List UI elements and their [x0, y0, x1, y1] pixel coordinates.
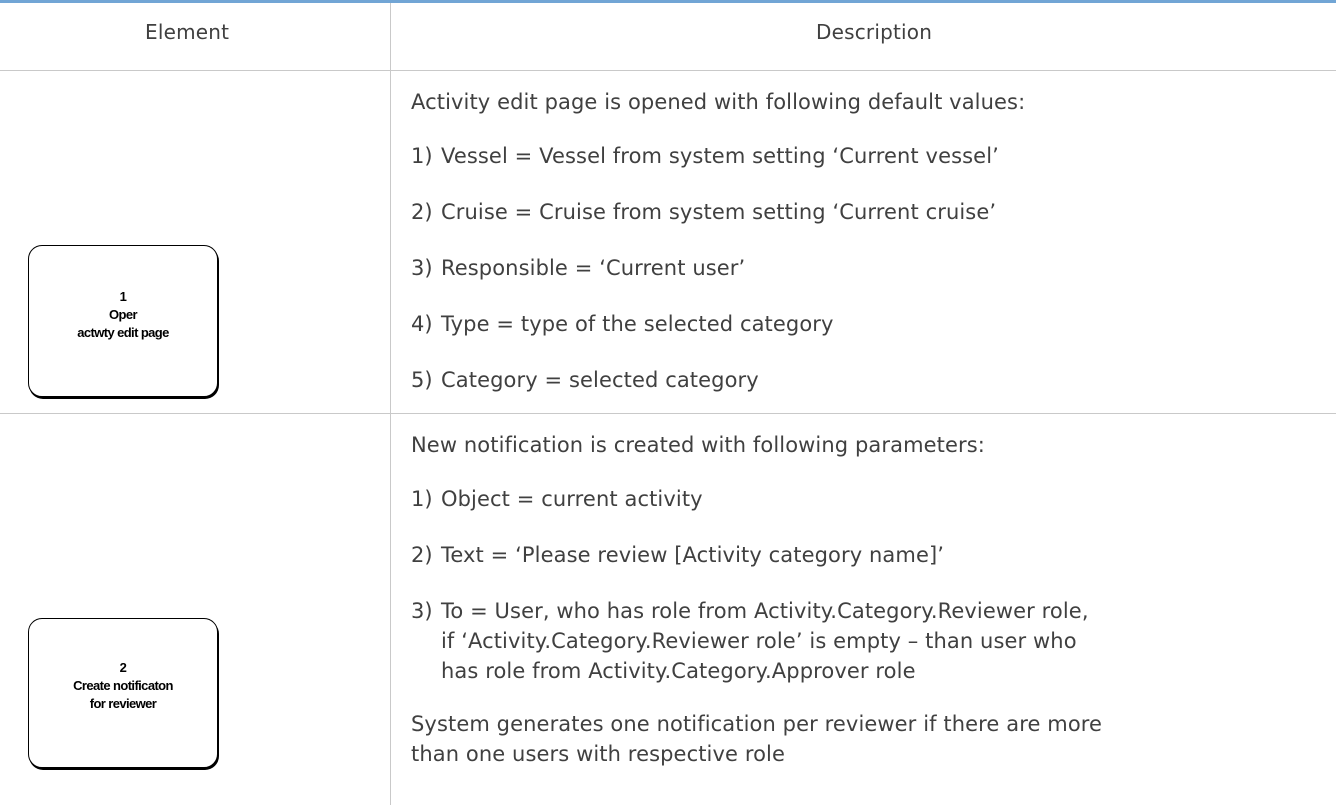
item-text: has role from Activity.Category.Approver…: [441, 659, 916, 683]
specification-table: Element Description 1 Oper actwty edit p…: [0, 0, 1336, 805]
row-intro: Activity edit page is opened with follow…: [411, 90, 1026, 114]
table-header: Element Description: [0, 3, 1336, 70]
item-number: 3): [411, 599, 433, 623]
item-number: 2): [411, 200, 433, 224]
step-label: Oper: [109, 307, 138, 322]
item-text: To = User, who has role from Activity.Ca…: [441, 599, 1089, 623]
item-number: 1): [411, 144, 433, 168]
header-description: Description: [816, 20, 933, 44]
step-number: 2: [119, 660, 127, 675]
item-text: Text = ‘Please review [Activity category…: [441, 543, 945, 567]
item-number: 2): [411, 543, 433, 567]
step-label: actwty edit page: [77, 325, 169, 340]
item-text: Vessel = Vessel from system setting ‘Cur…: [441, 144, 999, 168]
row-divider: [0, 413, 1336, 414]
header-element: Element: [145, 20, 230, 44]
item-text: if ‘Activity.Category.Reviewer role’ is …: [441, 629, 1077, 653]
item-number: 3): [411, 256, 433, 280]
item-text: Category = selected category: [441, 368, 759, 392]
item-text: Cruise = Cruise from system setting ‘Cur…: [441, 200, 997, 224]
item-number: 1): [411, 487, 433, 511]
item-text: Type = type of the selected category: [441, 312, 834, 336]
item-text: Responsible = ‘Current user’: [441, 256, 746, 280]
step-label: Create notificaton: [73, 678, 173, 693]
column-divider: [390, 3, 391, 805]
row-intro: New notification is created with followi…: [411, 433, 985, 457]
row-divider: [0, 70, 1336, 71]
item-text: Object = current activity: [441, 487, 703, 511]
step-label: for reviewer: [89, 696, 157, 711]
row-footer: than one users with respective role: [411, 742, 785, 766]
flowchart-step-open-activity: 1 Oper actwty edit page: [28, 245, 218, 397]
step-number: 1: [119, 289, 127, 304]
item-number: 5): [411, 368, 433, 392]
row-footer: System generates one notification per re…: [411, 712, 1103, 736]
item-number: 4): [411, 312, 433, 336]
flowchart-step-create-notification: 2 Create notificaton for reviewer: [28, 618, 218, 768]
